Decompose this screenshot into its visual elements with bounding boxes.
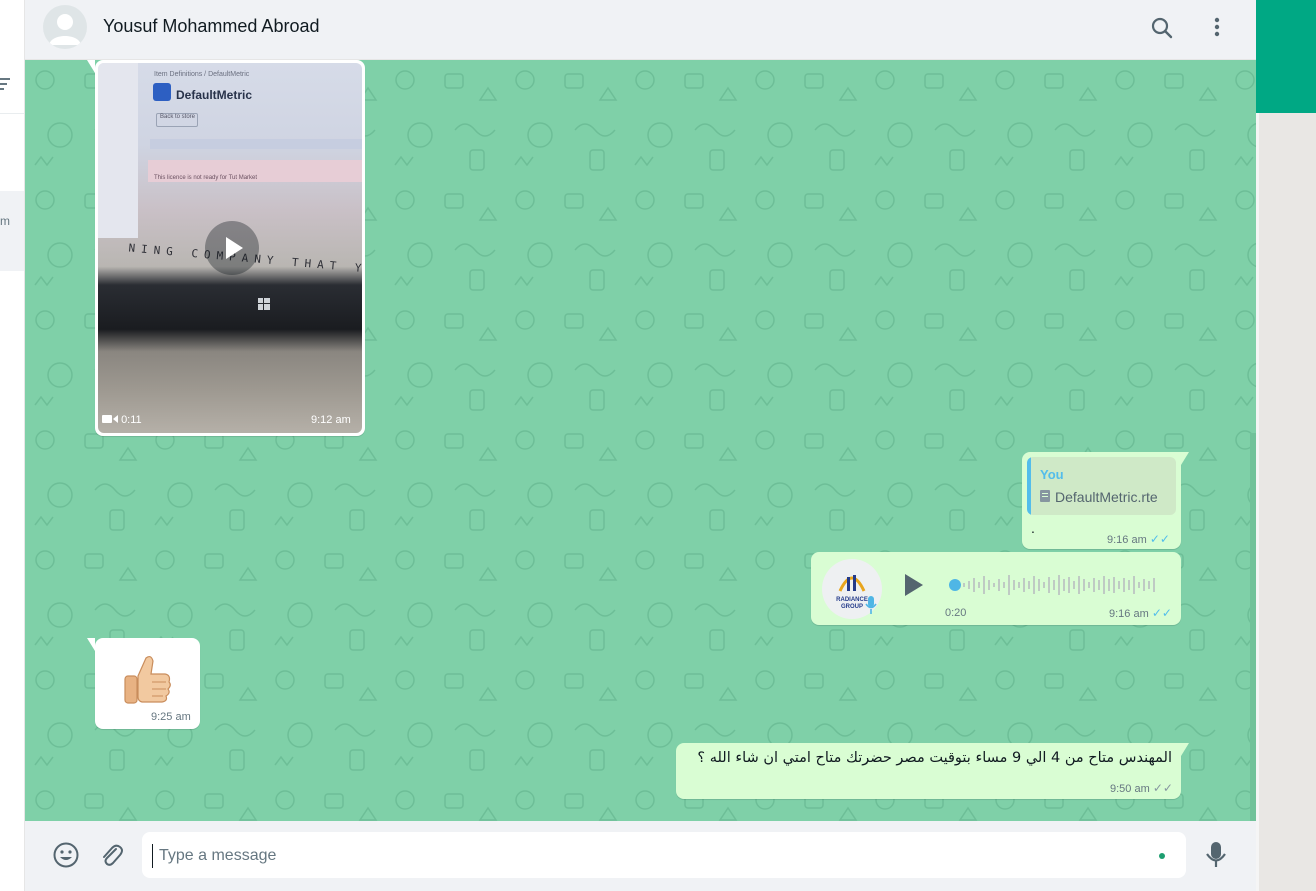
voice-duration: 0:20 <box>945 607 967 619</box>
message-text: . <box>1031 520 1035 536</box>
panel-edge <box>1256 113 1259 891</box>
bubble-tail <box>1181 743 1189 756</box>
thumbnail-button-label: Back to store <box>160 114 196 120</box>
right-background <box>1256 0 1316 891</box>
bubble-tail <box>87 638 95 651</box>
thumbnail-notice: This licence is not ready for Tut Market <box>148 160 362 182</box>
message-time: 9:16 am ✓✓ <box>1107 532 1170 546</box>
bubble-tail <box>87 60 95 73</box>
message-input-box[interactable] <box>142 832 1186 878</box>
thumbnail-logo <box>153 83 171 101</box>
message-time: 9:25 am <box>151 711 191 723</box>
emoji-message[interactable]: 9:25 am <box>87 638 200 729</box>
bubble-tail <box>1181 452 1189 465</box>
message-time: 9:16 am ✓✓ <box>1109 606 1172 620</box>
video-duration: 0:11 <box>102 414 142 426</box>
message-text: المهندس متاح من 4 الي 9 مساء بتوقيت مصر … <box>697 750 1172 766</box>
default-avatar-icon <box>49 14 81 45</box>
composer <box>25 821 1256 891</box>
read-ticks-icon: ✓✓ <box>1152 781 1173 795</box>
thumbnail-breadcrumb: Item Definitions / DefaultMetric <box>154 71 250 78</box>
message-input[interactable] <box>152 844 1151 868</box>
search-icon[interactable] <box>1149 15 1175 41</box>
reply-message[interactable]: You DefaultMetric.rte . 9:16 am ✓✓ <box>1022 452 1189 549</box>
windows-logo-icon <box>258 298 270 310</box>
thumbnail-button: Back to store <box>156 113 198 127</box>
chat-header: Yousuf Mohammed Abroad <box>25 0 1256 60</box>
voice-waveform[interactable] <box>963 570 1159 600</box>
thumbnail-url-bar <box>150 139 362 149</box>
video-camera-icon <box>102 415 118 423</box>
video-duration-text: 0:11 <box>121 414 142 426</box>
quote-author: You <box>1040 467 1064 482</box>
accent-band <box>1256 0 1316 113</box>
document-icon <box>1040 490 1050 502</box>
chat-list-edge: m <box>0 0 25 891</box>
message-time: 9:50 am ✓✓ <box>1110 781 1173 795</box>
play-video-button[interactable] <box>205 221 259 275</box>
chat-item-text: m <box>0 214 10 228</box>
voice-message[interactable]: RADIANCE GROUP 0:20 9:16 am ✓✓ <box>811 552 1181 625</box>
contact-name[interactable]: Yousuf Mohammed Abroad <box>103 16 319 37</box>
quote-file-name: DefaultMetric.rte <box>1055 489 1158 505</box>
thumbnail-sidebar <box>98 63 138 238</box>
message-time-text: 9:16 am <box>1107 534 1147 546</box>
video-thumbnail[interactable]: Item Definitions / DefaultMetric Default… <box>98 63 362 433</box>
read-ticks-icon: ✓✓ <box>1149 532 1170 546</box>
paperclip-icon[interactable] <box>98 841 124 869</box>
microphone-badge-icon <box>865 596 877 614</box>
play-voice-icon[interactable] <box>902 573 924 597</box>
selected-chat-item[interactable] <box>0 191 24 271</box>
thumbnail-notice-text: This licence is not ready for Tut Market <box>154 175 258 181</box>
conversation-panel[interactable]: Item Definitions / DefaultMetric Default… <box>25 60 1256 821</box>
more-vertical-icon[interactable] <box>1205 15 1229 41</box>
text-message[interactable]: المهندس متاح من 4 الي 9 مساء بتوقيت مصر … <box>676 743 1189 799</box>
message-time-text: 9:50 am <box>1110 783 1150 795</box>
microphone-icon[interactable] <box>1205 840 1227 870</box>
voice-progress-handle[interactable] <box>949 579 961 591</box>
thumbs-up-icon <box>124 655 171 704</box>
filter-icon[interactable] <box>0 78 12 93</box>
status-dot <box>1159 853 1165 859</box>
scrollbar[interactable] <box>1250 433 1256 821</box>
divider <box>0 113 24 114</box>
quote-bar <box>1027 457 1031 515</box>
thumbnail-brand: DefaultMetric <box>176 88 253 102</box>
message-time: 9:12 am <box>311 414 351 426</box>
message-time-text: 9:16 am <box>1109 608 1149 620</box>
emoji-icon[interactable] <box>52 841 80 869</box>
radiance-logo-icon <box>838 575 866 592</box>
read-ticks-icon: ✓✓ <box>1151 606 1172 620</box>
video-message[interactable]: Item Definitions / DefaultMetric Default… <box>87 60 365 436</box>
quoted-message[interactable]: You DefaultMetric.rte <box>1027 457 1176 515</box>
contact-avatar[interactable] <box>43 5 87 49</box>
